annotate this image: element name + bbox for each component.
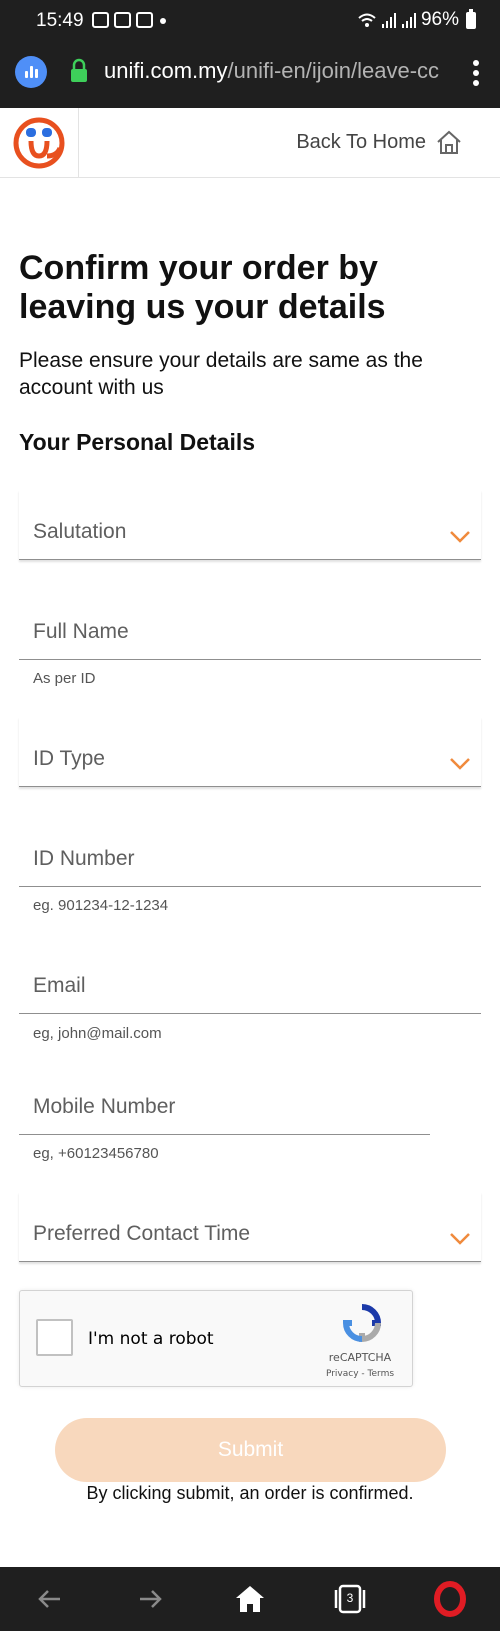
status-indicators: 96% [357,8,476,31]
site-info-icon[interactable] [15,56,47,88]
browser-menu-icon[interactable] [472,60,480,86]
recaptcha-logo-icon [342,1304,382,1343]
battery-icon [466,8,476,29]
signal-icon [381,13,396,28]
chevron-down-icon [450,531,470,543]
wifi-icon [358,13,376,27]
recaptcha-links: Privacy - Terms [320,1369,400,1379]
mobile-number-field[interactable]: Mobile Number [19,1065,430,1135]
site-header: Back To Home [0,108,500,178]
recaptcha-brand: reCAPTCHA [328,1351,392,1364]
recaptcha-checkbox[interactable] [36,1319,73,1356]
id-number-field[interactable]: ID Number [19,817,481,887]
forward-arrow-icon[interactable] [132,1581,168,1617]
back-to-home-label: Back To Home [296,130,426,153]
submit-button[interactable]: Submit [55,1418,446,1482]
full-name-helper: As per ID [33,670,96,687]
chevron-down-icon [450,1233,470,1245]
id-number-placeholder: ID Number [33,847,135,870]
opera-menu-icon[interactable] [432,1581,468,1617]
tabs-button[interactable]: 3 [332,1581,368,1617]
recaptcha-privacy-link[interactable]: Privacy [326,1369,359,1379]
preferred-contact-time-select[interactable]: Preferred Contact Time [19,1192,481,1262]
email-helper: eg, john@mail.com [33,1025,162,1042]
preferred-contact-time-placeholder: Preferred Contact Time [33,1222,251,1245]
recaptcha-widget: I'm not a robot reCAPTCHA Privacy - Term… [19,1290,413,1387]
status-time: 15:49 [36,10,84,31]
email-placeholder: Email [33,974,86,997]
status-bar: 15:49 96% [0,0,500,44]
salutation-placeholder: Salutation [33,520,127,543]
image-notification-icon [92,12,109,28]
url-field[interactable]: unifi.com.my/unifi-en/ijoin/leave-cc [104,58,444,84]
section-heading: Your Personal Details [19,429,256,455]
signal-icon [401,13,416,28]
shopee-notification-icon [136,12,153,28]
unifi-logo-icon [13,117,65,169]
id-type-select[interactable]: ID Type [19,717,481,787]
page-title: Confirm your order by leaving us your de… [19,249,386,326]
full-name-placeholder: Full Name [33,620,129,643]
full-name-field[interactable]: Full Name [19,590,481,660]
mobile-number-helper: eg, +60123456780 [33,1145,159,1162]
home-icon [437,130,461,154]
recaptcha-link-separator: - [358,1369,368,1379]
lock-icon [71,58,87,82]
recaptcha-terms-link[interactable]: Terms [368,1369,395,1379]
recaptcha-label: I'm not a robot [88,1329,214,1349]
id-type-placeholder: ID Type [33,747,105,770]
back-arrow-icon[interactable] [32,1581,68,1617]
home-icon[interactable] [232,1581,268,1617]
chevron-down-icon [450,758,470,770]
browser-url-bar[interactable]: unifi.com.my/unifi-en/ijoin/leave-cc [0,44,500,108]
submit-disclaimer: By clicking submit, an order is confirme… [86,1483,414,1503]
salutation-select[interactable]: Salutation [19,490,481,560]
page-subtitle: Please ensure your details are same as t… [19,349,423,399]
email-field[interactable]: Email [19,944,481,1014]
shopee-notification-icon [114,12,131,28]
back-to-home-link[interactable]: Back To Home [296,129,462,155]
browser-bottom-nav: 3 [0,1567,500,1631]
tab-count: 3 [346,1591,354,1605]
mobile-number-placeholder: Mobile Number [33,1095,176,1118]
more-notifications-icon [160,18,166,24]
battery-percent: 96% [420,9,459,30]
id-number-helper: eg. 901234-12-1234 [33,897,169,914]
unifi-logo[interactable] [0,108,79,178]
